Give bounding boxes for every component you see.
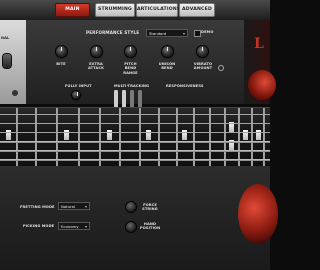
chevron-down-icon: ▾	[182, 31, 185, 36]
fret	[224, 108, 226, 166]
guitar-string	[0, 150, 270, 152]
tab-bar: MAIN STRUMMING ARTICULATIONS ADVANCED	[0, 0, 270, 21]
fret	[99, 108, 101, 166]
demo-label: DEMO	[201, 30, 214, 34]
picking-mode-label: PICKING MODE	[23, 224, 55, 228]
tab-articulations[interactable]: ARTICULATIONS	[136, 3, 180, 17]
tab-strumming[interactable]: STRUMMING	[95, 3, 135, 17]
bite-knob[interactable]	[56, 46, 67, 57]
latency-knob[interactable]	[72, 91, 80, 99]
guitar-body-shape	[248, 70, 276, 100]
right-panel: L	[244, 20, 276, 104]
fret	[176, 108, 178, 166]
fret	[119, 108, 121, 166]
guitar-string	[0, 114, 270, 115]
pitch-bend-range-label: PITCH BEND RANGE	[123, 62, 138, 75]
left-panel-label: NAL	[1, 36, 10, 40]
force-string-knob[interactable]	[126, 202, 136, 212]
extra-attack-knob[interactable]	[91, 46, 102, 57]
bite-label: BITE	[56, 62, 66, 66]
hand-position-knob[interactable]	[126, 222, 136, 232]
tab-advanced[interactable]: ADVANCED	[179, 3, 215, 17]
fret	[78, 108, 80, 166]
guitar-string	[0, 132, 270, 133]
fretting-mode-label: FRETTING MODE	[20, 205, 55, 209]
guitar-icon[interactable]	[130, 90, 134, 108]
responsiveness-label: RESPONSIVENESS	[166, 84, 204, 88]
pitch-bend-range-knob[interactable]	[125, 46, 136, 57]
fully-input-label: FULLY INPUT	[65, 84, 92, 88]
fret	[209, 108, 211, 166]
fret	[251, 108, 253, 166]
extra-attack-label: EXTRA ATTACK	[87, 62, 104, 71]
fret	[139, 108, 141, 166]
force-string-label: FORCE STRING	[142, 203, 158, 212]
toggle-switch-icon[interactable]	[3, 54, 11, 68]
fret	[263, 108, 265, 166]
chevron-down-icon: ▾	[84, 224, 87, 229]
brand-logo-icon: L	[254, 36, 264, 52]
left-panel: NAL	[0, 20, 26, 104]
fret	[158, 108, 160, 166]
bottom-panel: FRETTING MODE Natural ▾ PICKING MODE Eco…	[0, 166, 278, 270]
vibrato-amount-label: VIBRATO AMOUNT	[193, 62, 213, 71]
guitar-string	[0, 159, 270, 161]
small-button-icon[interactable]	[12, 90, 18, 96]
guitar-body-shape	[238, 184, 278, 244]
unison-bend-label: UNISON BEND	[158, 62, 176, 71]
multitracking-label: MULTI-TRACKING	[114, 84, 150, 88]
fretting-mode-select[interactable]: Natural ▾	[58, 202, 90, 210]
picking-mode-value: Economy	[61, 224, 79, 229]
fretting-mode-value: Natural	[61, 204, 76, 209]
guitar-icon[interactable]	[114, 90, 118, 108]
guitar-string	[0, 141, 270, 143]
guitar-icon[interactable]	[138, 90, 142, 108]
demo-checkbox[interactable]	[194, 30, 201, 37]
vibrato-amount-knob[interactable]	[197, 46, 208, 57]
unison-bend-knob[interactable]	[162, 46, 173, 57]
picking-mode-select[interactable]: Economy ▾	[58, 222, 90, 230]
fretboard[interactable]	[0, 107, 270, 167]
fret	[238, 108, 240, 166]
fret	[16, 108, 18, 166]
tab-main[interactable]: MAIN	[55, 3, 90, 17]
performance-style-label: PERFORMANCE STYLE	[86, 30, 140, 35]
guitar-string	[0, 123, 270, 124]
gear-icon[interactable]	[218, 65, 224, 71]
fret	[193, 108, 195, 166]
hand-position-label: HAND POSITION	[140, 222, 161, 231]
performance-style-select[interactable]: Standard ▾	[146, 29, 188, 37]
fret	[56, 108, 58, 166]
fret	[35, 108, 37, 166]
guitar-icon[interactable]	[122, 90, 126, 108]
chevron-down-icon: ▾	[84, 204, 87, 209]
main-panel: PERFORMANCE STYLE Standard ▾ DEMO BITE E…	[26, 20, 244, 116]
performance-style-value: Standard	[149, 31, 167, 36]
